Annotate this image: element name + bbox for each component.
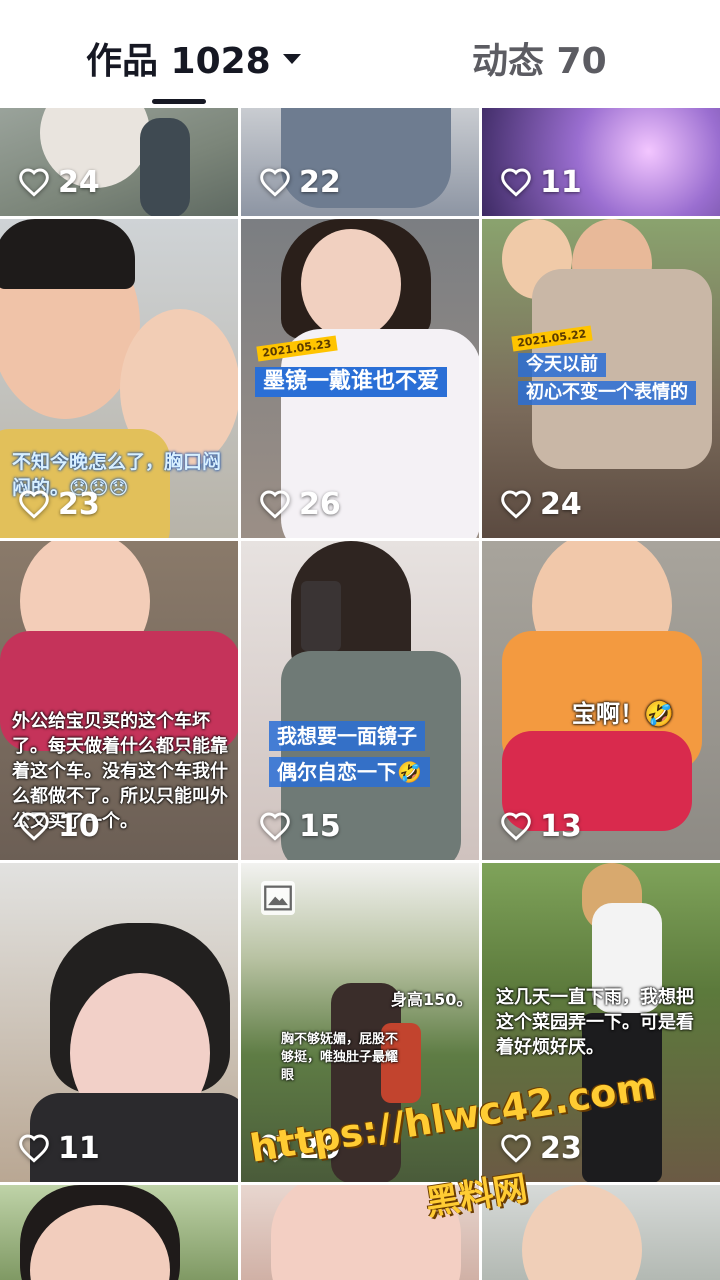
like-count: 24 (18, 162, 100, 202)
tab-dynamic[interactable]: 动态 70 (472, 36, 607, 88)
heart-outline-icon (260, 168, 290, 197)
video-thumbnail[interactable]: 宝啊！🤣 13 (482, 541, 720, 860)
heart-outline-icon (501, 1134, 531, 1163)
heart-outline-icon (501, 168, 531, 197)
like-count: 24 (500, 484, 582, 524)
like-count-value: 26 (299, 486, 341, 522)
like-count: 23 (500, 1128, 582, 1168)
like-count: 22 (259, 162, 341, 202)
video-thumbnail[interactable]: 2021.05.23 墨镜一戴谁也不爱 26 (241, 219, 479, 538)
video-thumbnail[interactable]: 我想要一面镜子 偶尔自恋一下🤣 15 (241, 541, 479, 860)
video-thumbnail[interactable]: 不知今晚怎么了，胸口闷闷的。😞😞😞 23 (0, 219, 238, 538)
like-count: 11 (500, 162, 582, 202)
heart-outline-icon (260, 812, 290, 841)
video-thumbnail[interactable]: 24 (0, 108, 238, 216)
like-count-value: 23 (58, 486, 100, 522)
heart-outline-icon (260, 1134, 290, 1163)
like-count: 26 (259, 484, 341, 524)
video-thumbnail[interactable]: 11 (0, 863, 238, 1182)
like-count-value: 10 (58, 808, 100, 844)
like-count-value: 13 (540, 808, 582, 844)
heart-outline-icon (260, 490, 290, 519)
like-count: 13 (500, 806, 582, 846)
heart-outline-icon (19, 168, 49, 197)
video-caption: 墨镜一戴谁也不爱 (255, 367, 448, 397)
like-count-value: 22 (299, 164, 341, 200)
like-count-value: 24 (540, 486, 582, 522)
video-thumbnail[interactable]: 22 (241, 108, 479, 216)
active-tab-indicator (152, 99, 206, 104)
video-caption-line2: 初心不变一个表情的 (518, 381, 696, 405)
video-caption: 宝啊！🤣 (572, 700, 674, 728)
video-caption: 这几天一直下雨，我想把这个菜园弄一下。可是看着好烦好厌。 (496, 987, 694, 1058)
video-thumbnail[interactable] (482, 1185, 720, 1280)
like-count: 23 (18, 484, 100, 524)
heart-outline-icon (501, 812, 531, 841)
like-count-value: 11 (540, 164, 582, 200)
like-count-value: 24 (58, 164, 100, 200)
like-count: 15 (259, 806, 341, 846)
like-count-value: 23 (540, 1130, 582, 1166)
video-thumbnail[interactable] (241, 1185, 479, 1280)
like-count-value: 29 (299, 1130, 341, 1166)
video-caption-line1: 今天以前 (518, 353, 606, 377)
video-caption-a: 身高150。 (391, 990, 473, 1009)
caret-down-icon[interactable] (282, 54, 301, 64)
video-caption-line1: 我想要一面镜子 (269, 721, 425, 751)
image-post-thumbnail[interactable]: 身高150。 胸不够妩媚，屁股不够挺，唯独肚子最耀眼 29 (241, 863, 479, 1182)
video-grid: 24 22 11 不知今晚怎么了，胸口闷闷的。😞😞😞 23 2021.05.23… (0, 108, 720, 1280)
heart-outline-icon (19, 1134, 49, 1163)
video-thumbnail[interactable]: 2021.05.22 今天以前 初心不变一个表情的 24 (482, 219, 720, 538)
profile-tabs: 作品 1028 动态 70 (0, 0, 720, 108)
tab-works-label: 作品 1028 (86, 41, 271, 82)
like-count: 10 (18, 806, 100, 846)
tab-works[interactable]: 作品 1028 (86, 36, 301, 88)
tab-dynamic-label: 动态 70 (472, 41, 607, 82)
like-count-value: 15 (299, 808, 341, 844)
video-thumbnail[interactable]: 11 (482, 108, 720, 216)
like-count: 29 (259, 1128, 341, 1168)
image-icon (261, 881, 295, 915)
like-count: 11 (18, 1128, 100, 1168)
video-caption-b: 胸不够妩媚，屁股不够挺，唯独肚子最耀眼 (281, 1032, 399, 1083)
heart-outline-icon (501, 490, 531, 519)
heart-outline-icon (19, 490, 49, 519)
video-caption-line2: 偶尔自恋一下🤣 (269, 757, 430, 787)
heart-outline-icon (19, 812, 49, 841)
video-thumbnail[interactable]: 这几天一直下雨，我想把这个菜园弄一下。可是看着好烦好厌。 23 (482, 863, 720, 1182)
like-count-value: 11 (58, 1130, 100, 1166)
video-thumbnail[interactable] (0, 1185, 238, 1280)
video-thumbnail[interactable]: 外公给宝贝买的这个车坏了。每天做着什么都只能靠着这个车。没有这个车我什么都做不了… (0, 541, 238, 860)
